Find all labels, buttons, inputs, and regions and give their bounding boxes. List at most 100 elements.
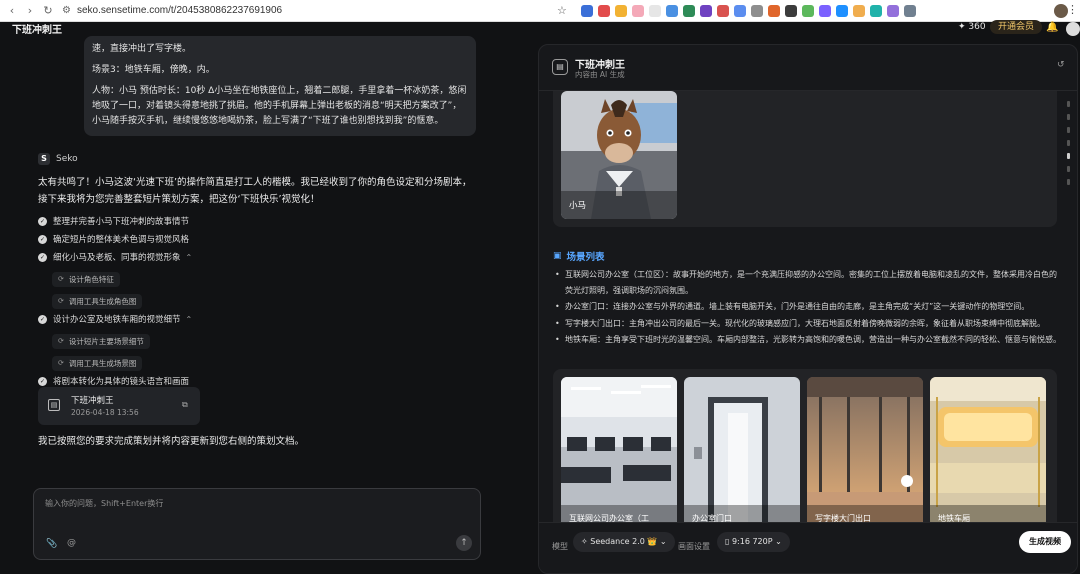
scene-section-header: ▣ 场景列表 [553,249,605,263]
tool-icon: ⟳ [58,297,64,305]
check-icon: ✓ [38,216,47,226]
reload-icon[interactable]: ↻ [42,4,54,17]
document-icon: ▤ [552,59,568,75]
chevron-down-icon: ⌄ [772,537,782,546]
extension-icon[interactable] [648,4,661,17]
task-list: ✓ 整理并完善小马下班冲刺的故事情节 ✓ 确定短片的整体美术色调与视觉风格 ✓ … [38,212,478,390]
extension-icon[interactable] [750,4,763,17]
ratio-value: 9:16 720P [731,537,773,546]
assistant-message: 我已按照您的要求完成策划并将内容更新到您右侧的策划文档。 [38,436,305,447]
model-value: Seedance 2.0 👑 [590,537,658,546]
extension-icon[interactable] [784,4,797,17]
subtask-chip[interactable]: ⟳ 调用工具生成角色图 [52,293,143,309]
chevron-down-icon: ⌄ [657,537,667,546]
extension-icon[interactable] [835,4,848,17]
extension-icon[interactable] [852,4,865,17]
user-avatar[interactable] [1066,22,1080,36]
extensions-bar [580,4,916,17]
subtask-chip[interactable]: ⟳ 调用工具生成场景图 [52,355,143,371]
generate-video-button[interactable]: 生成视频 [1019,531,1071,553]
character-name: 小马 [569,201,587,211]
subtask-chip[interactable]: ⟳ 设计角色特征 [52,271,120,287]
send-button[interactable]: ↑ [456,535,472,551]
model-label: 模型 [552,542,568,551]
scene-image-lobby [807,377,923,527]
scene-image-subway [930,377,1046,527]
chevron-up-icon[interactable]: ⌃ [186,315,193,324]
tool-icon: ⟳ [58,337,64,345]
mention-icon[interactable]: @ [67,538,76,548]
scene-card[interactable]: 地铁车厢 [930,377,1046,527]
extension-icon[interactable] [699,4,712,17]
composer-input[interactable]: 输入你的问题，Shift+Enter换行 [45,498,163,509]
scene-card[interactable]: 互联网公司办公室（工 [561,377,677,527]
extension-icon[interactable] [903,4,916,17]
forward-icon[interactable]: › [24,4,36,17]
document-panel: ▤ 下班冲刺王 内容由 AI 生成 ↺ 小马 ▣ 场景列表 • 互联网公司办公室… [538,44,1078,574]
check-icon: ✓ [38,252,47,262]
user-message-line: 人物：小马 预估时长：10秒 Δ小马坐在地铁座位上，翘着二郎腿，手里拿着一杯冰奶… [92,86,467,126]
scene-image-office [561,377,677,527]
assistant-header: S Seko [38,153,78,165]
browser-menu-icon[interactable]: ⋮ [1067,3,1078,16]
extension-icon[interactable] [631,4,644,17]
chat-composer[interactable]: 输入你的问题，Shift+Enter换行 📎 @ ↑ [33,488,481,560]
chevron-up-icon[interactable]: ⌃ [186,253,193,262]
section-navigator[interactable] [1067,101,1070,192]
credits-badge[interactable]: ✦ 360 [958,22,986,32]
canvas-settings-label: 画面设置 [678,542,710,551]
sparkle-icon: ✧ [581,537,591,546]
extension-icon[interactable] [886,4,899,17]
phone-icon: ▯ [725,537,732,546]
extension-icon[interactable] [716,4,729,17]
extension-icon[interactable] [818,4,831,17]
scene-description-list: 互联网公司办公室（工位区）：故事开始的地方，是一个充满压抑感的办公空间。密集的工… [553,267,1061,349]
scene-card[interactable]: 写字楼大门出口 [807,377,923,527]
subtask-label: 设计角色特征 [68,274,114,284]
task-item[interactable]: ✓ 设计办公室及地铁车厢的视觉细节 ⌃ [38,310,478,328]
extension-icon[interactable] [580,4,593,17]
paperclip-icon[interactable]: 📎 [46,539,57,549]
bell-icon[interactable]: 🔔 [1046,22,1058,33]
extension-icon[interactable] [733,4,746,17]
history-icon[interactable]: ↺ [1057,60,1065,70]
user-message-line: 速，直接冲出了写字楼。 [92,44,192,54]
back-icon[interactable]: ‹ [6,4,18,17]
task-label: 设计办公室及地铁车厢的视觉细节 [53,315,181,325]
extension-icon[interactable] [597,4,610,17]
scene-card[interactable]: 办公室门口 [684,377,800,527]
subtask-chip[interactable]: ⟳ 设计短片主要场景细节 [52,333,150,349]
extension-icon[interactable] [767,4,780,17]
extension-icon[interactable] [869,4,882,17]
task-item[interactable]: ✓ 细化小马及老板、同事的视觉形象 ⌃ [38,248,478,266]
site-info-icon[interactable]: ⚙ [62,5,71,16]
profile-avatar[interactable] [1054,4,1068,18]
copy-icon[interactable]: ⧉ [182,400,188,410]
bookmark-star-icon[interactable]: ☆ [557,4,567,17]
chat-panel: 速，直接冲出了写字楼。 场景3：地铁车厢，傍晚，内。 人物：小马 预估时长：10… [0,36,530,574]
app-header: 下班冲刺王 ✦ 360 开通会员 🔔 [0,20,1080,36]
list-item: 办公室门口：连接办公室与外界的通道。墙上装有电脑开关，门外是通往自由的走廊，是主… [553,299,1061,315]
task-label: 确定短片的整体美术色调与视觉风格 [53,235,190,245]
tool-icon: ⟳ [58,275,64,283]
vip-button[interactable]: 开通会员 [990,20,1043,34]
assistant-message: 太有共鸣了！小马这波‘光速下班’的操作简直是打工人的楷模。我已经收到了你的角色设… [38,177,472,205]
task-label: 将剧本转化为具体的镜头语言和画面 [53,377,190,387]
task-label: 细化小马及老板、同事的视觉形象 [53,253,181,263]
extension-icon[interactable] [682,4,695,17]
extension-icon[interactable] [614,4,627,17]
document-header: ▤ 下班冲刺王 内容由 AI 生成 ↺ [539,45,1077,91]
character-card[interactable]: 小马 [561,91,677,219]
aspect-ratio-select[interactable]: ▯ 9:16 720P ⌄ [717,532,790,552]
extension-icon[interactable] [801,4,814,17]
model-select[interactable]: ✧ Seedance 2.0 👑 ⌄ [573,532,675,552]
address-bar[interactable]: seko.sensetime.com/t/2045380862237691906 [77,5,497,16]
app-title: 下班冲刺王 [12,25,62,36]
extension-icon[interactable] [665,4,678,17]
document-card-date: 2026-04-18 13:56 [71,408,139,417]
task-item: ✓ 确定短片的整体美术色调与视觉风格 [38,230,478,248]
task-item: ✓ 整理并完善小马下班冲刺的故事情节 [38,212,478,230]
document-card[interactable]: ▤ 下班冲刺王 2026-04-18 13:56 ⧉ [38,387,200,425]
document-subtitle: 内容由 AI 生成 [575,70,625,79]
scene-gallery: 互联网公司办公室（工 办公室门口 写字楼大门出口 地铁车厢 [553,369,1057,529]
